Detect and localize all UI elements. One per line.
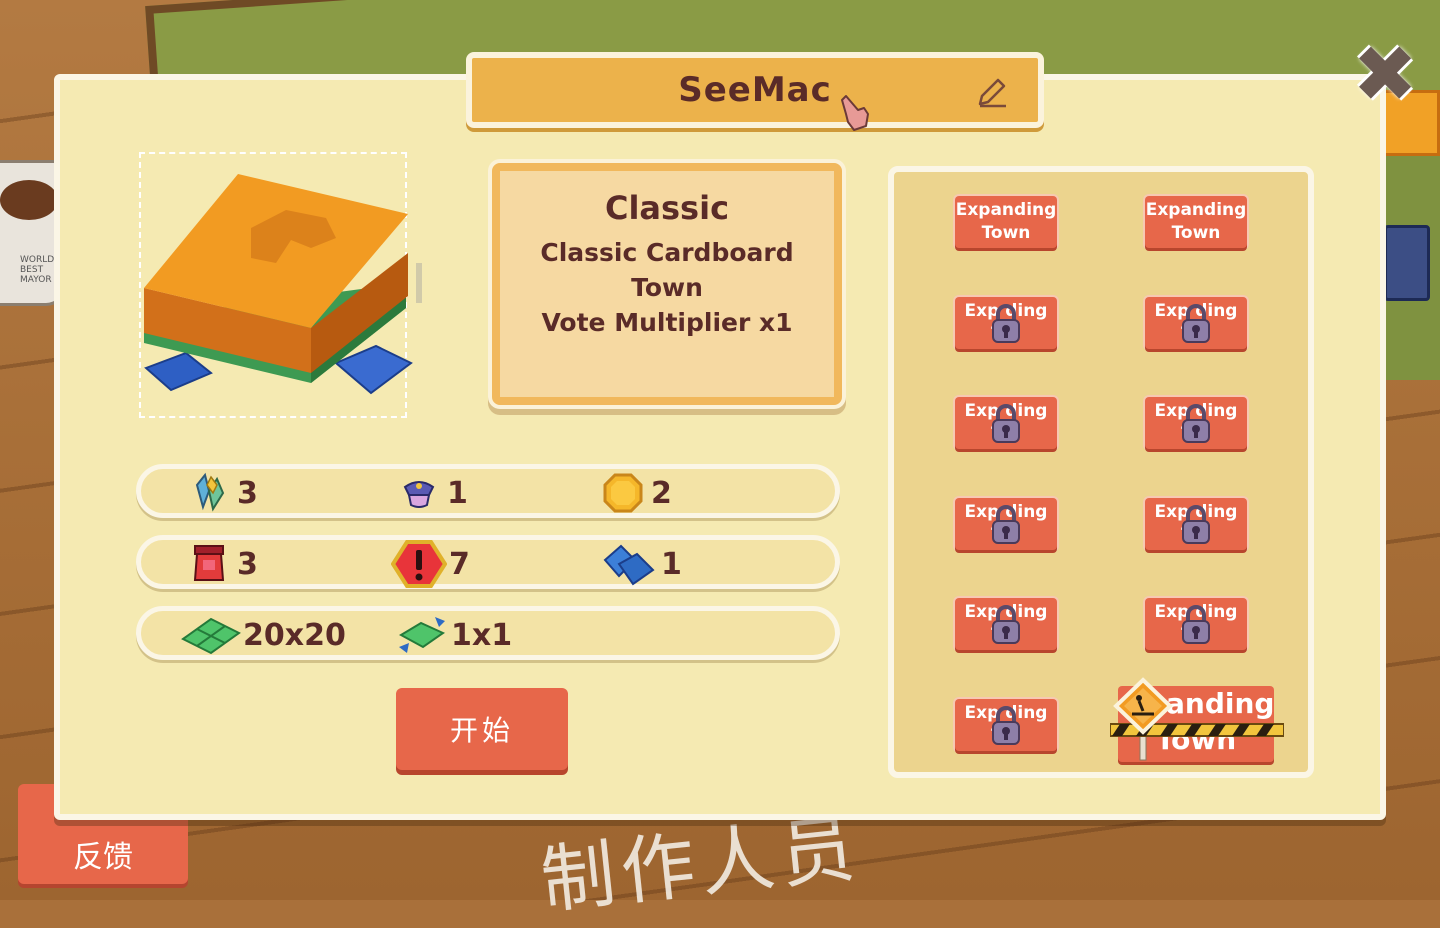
mode-label: Town	[1171, 223, 1221, 243]
padlock-icon	[1182, 605, 1210, 644]
stat-buildings: 3	[187, 542, 258, 586]
stat-value: 3	[237, 475, 258, 511]
crystal-resource-icon	[195, 472, 225, 512]
locked-mode-button[interactable]: Exp ding T n	[1145, 297, 1247, 349]
stat-value: 1x1	[451, 617, 513, 653]
padlock-icon	[992, 605, 1020, 644]
locked-mode-button[interactable]: Exp ding T n	[955, 498, 1057, 550]
padlock-icon	[992, 505, 1020, 544]
locked-mode-button[interactable]: Exp ding T n	[955, 297, 1057, 349]
locked-mode-button[interactable]: Exp ding T n	[955, 397, 1057, 449]
stat-value: 3	[237, 546, 258, 582]
mode-label: Town	[981, 223, 1031, 243]
cardboard-town-box-illustration	[144, 174, 422, 395]
pencil-edit-icon[interactable]	[974, 76, 1008, 110]
under-construction-sign-icon	[1110, 677, 1284, 761]
padlock-icon	[1182, 304, 1210, 343]
stat-tile-size: 1x1	[397, 613, 512, 657]
gold-coin-icon	[603, 473, 643, 513]
stats-row-1: 3 1 2	[136, 464, 840, 518]
tile-expand-icon	[398, 617, 446, 653]
stat-value: 7	[449, 546, 470, 582]
description-line: Vote Multiplier x1	[541, 308, 793, 337]
stat-map-size: 20x20	[181, 613, 346, 657]
town-name-text: SeeMac	[678, 70, 832, 110]
red-building-icon	[193, 545, 225, 581]
map-grid-icon	[181, 617, 241, 655]
locked-mode-button[interactable]: Exp ding T n	[1145, 498, 1247, 550]
padlock-icon	[992, 404, 1020, 443]
danger-alert-icon	[391, 540, 447, 588]
description-line: Town	[631, 273, 703, 302]
police-cap-icon	[403, 481, 435, 508]
padlock-icon	[1182, 505, 1210, 544]
house-miniature	[1384, 225, 1430, 301]
locked-mode-button[interactable]: Exp ding T n	[1145, 397, 1247, 449]
locked-mode-button[interactable]: Exp ding T n	[955, 598, 1057, 650]
mode-label: Expanding	[1145, 200, 1247, 220]
stat-value: 20x20	[243, 617, 346, 653]
mode-title: Classic	[604, 189, 730, 227]
mode-label: Expanding	[955, 200, 1057, 220]
stats-row-2: 3 7 1	[136, 535, 840, 589]
start-button[interactable]: 开始	[396, 688, 568, 770]
town-name-banner[interactable]: SeeMac	[466, 52, 1044, 128]
locked-mode-button[interactable]: Exp ding T n	[1145, 598, 1247, 650]
stat-cards: 1	[601, 542, 682, 586]
stat-police: 1	[397, 471, 468, 515]
stats-row-3: 20x20 1x1	[136, 606, 840, 660]
stat-coins: 2	[601, 471, 672, 515]
description-line: Classic Cardboard	[540, 238, 794, 267]
locked-mode-button[interactable]: Exp ding T n	[955, 699, 1057, 751]
padlock-icon	[1182, 404, 1210, 443]
stat-value: 2	[651, 475, 672, 511]
stat-value: 1	[661, 546, 682, 582]
mode-expanding-town-button[interactable]: Expanding Town	[1145, 196, 1247, 248]
mode-expanding-town-button[interactable]: Expanding Town	[955, 196, 1057, 248]
coffee-surface	[0, 180, 58, 220]
padlock-icon	[992, 304, 1020, 343]
stat-danger: 7	[391, 540, 470, 588]
stat-crystals: 3	[187, 471, 258, 515]
close-icon[interactable]: ✖	[1352, 36, 1418, 114]
town-description-card: Classic Classic Cardboard Town Vote Mult…	[492, 163, 842, 405]
padlock-icon	[992, 706, 1020, 745]
blue-cards-icon	[603, 544, 655, 586]
stat-value: 1	[447, 475, 468, 511]
hand-pointer-icon	[841, 95, 869, 131]
